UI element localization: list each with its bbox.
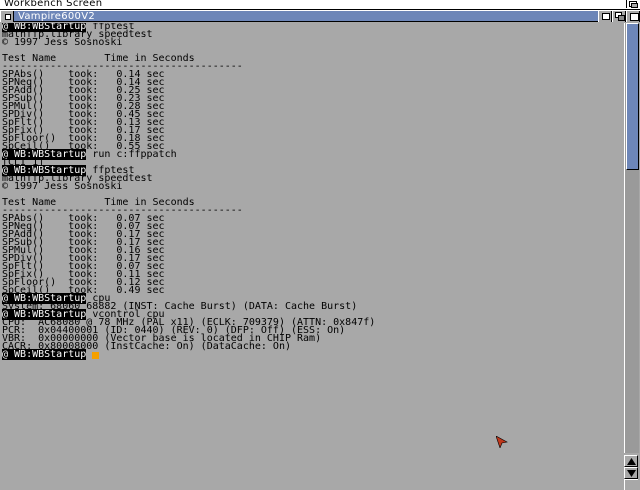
scroll-knob[interactable] bbox=[626, 23, 639, 170]
iconify-icon[interactable] bbox=[626, 11, 640, 22]
depth-icon[interactable] bbox=[612, 11, 626, 22]
console-line: © 1997 Jess Sosnoski bbox=[2, 37, 123, 48]
console-line: © 1997 Jess Sosnoski bbox=[2, 181, 123, 192]
screen-title: Workbench Screen bbox=[4, 0, 103, 9]
console-line: CACR: 0x80008000 (InstCache: On) (DataCa… bbox=[2, 341, 291, 352]
window-title: Vampire600V2 bbox=[18, 11, 95, 22]
zoom-icon[interactable] bbox=[598, 11, 612, 22]
screen-depth-icon[interactable] bbox=[626, 0, 639, 8]
arrow-up-icon[interactable] bbox=[624, 455, 638, 467]
console-output[interactable]: @ WB:WBStartup ffptest mathffp.library sp… bbox=[2, 23, 620, 473]
shell-prompt-line: @ WB:WBStartup run c:ffppatch bbox=[2, 149, 620, 160]
shell-prompt-line: @ WB:WBStartup bbox=[2, 349, 620, 360]
window-title-bar[interactable]: Vampire600V2 bbox=[0, 10, 640, 22]
resize-grip[interactable] bbox=[624, 479, 638, 490]
vertical-scrollbar[interactable] bbox=[624, 23, 639, 453]
mouse-pointer-icon bbox=[496, 436, 508, 448]
shell-prompt: @ WB:WBStartup bbox=[2, 349, 87, 360]
shell-window[interactable]: Vampire600V2 @ WB:WBStartup ffptest mathf… bbox=[0, 10, 640, 490]
screen-title-bar: Workbench Screen bbox=[0, 0, 640, 10]
text-cursor[interactable] bbox=[92, 352, 100, 359]
arrow-down-icon[interactable] bbox=[624, 467, 638, 479]
close-icon[interactable] bbox=[0, 11, 14, 22]
